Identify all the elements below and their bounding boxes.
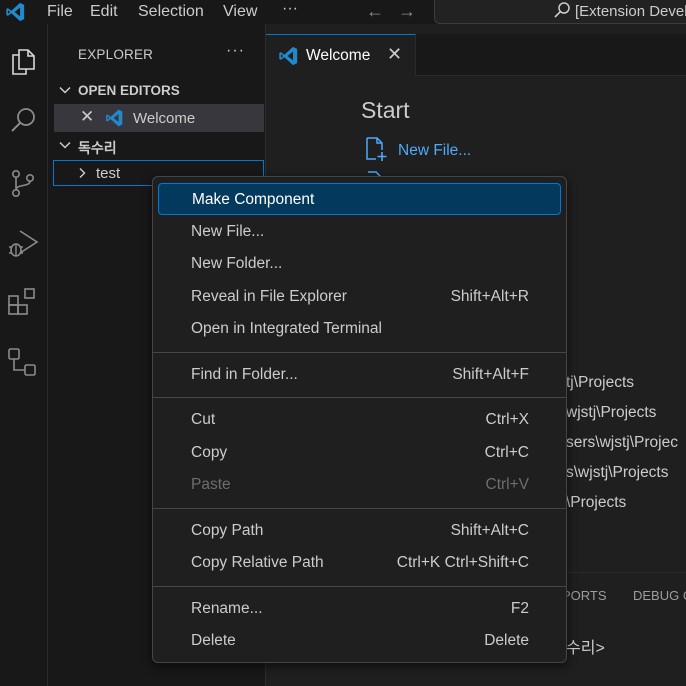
menu-item-shortcut: Shift+Alt+F [452,365,529,383]
menu-view[interactable]: View [223,2,257,22]
menu-item-rename[interactable]: Rename... F2 [158,593,561,625]
menu-item-shortcut: Delete [484,632,529,649]
menu-item-label: Copy Relative Path [191,554,324,571]
close-icon[interactable]: ✕ [80,107,94,127]
menu-item-make-component[interactable]: Make Component [158,183,561,215]
open-editor-welcome[interactable]: ✕ Welcome [54,104,264,132]
menu-item-label: Rename... [191,599,263,617]
recent-path-3[interactable]: sers\wjstj\Projec [566,434,678,452]
remote-explorer-icon[interactable] [6,346,40,380]
workspace-folder-label: 독수리 [78,140,117,156]
menu-item-open-in-integrated-terminal[interactable]: Open in Integrated Terminal [158,313,561,345]
search-icon [554,2,570,18]
recent-path-5[interactable]: \Projects [566,494,626,512]
menu-item-shortcut: Shift+Alt+C [450,521,529,539]
menu-item-copy-relative-path[interactable]: Copy Relative Path Ctrl+K Ctrl+Shift+C [158,547,561,579]
forward-arrow-icon[interactable]: → [398,1,416,21]
menu-item-cut[interactable]: Cut Ctrl+X [158,404,561,436]
menu-selection[interactable]: Selection [138,2,204,22]
menu-more[interactable]: ··· [282,0,298,19]
activity-bar [0,24,48,686]
context-menu: Make Component New File... New Folder... Re… [152,176,567,663]
menu-item-new-folder[interactable]: New Folder... [158,248,561,280]
menu-edit[interactable]: Edit [90,2,118,22]
chevron-right-icon [79,168,86,178]
vscode-logo-icon [106,109,123,127]
menu-item-label: Copy [191,443,228,461]
menu-item-new-file[interactable]: New File... [158,216,561,248]
tab-welcome[interactable]: Welcome ✕ [266,34,416,76]
menu-item-label: Delete [191,632,236,649]
menu-item-paste: Paste Ctrl+V [158,469,561,501]
menu-item-label: Make Component [192,191,315,208]
recent-path-4[interactable]: s\wjstj\Projects [566,464,669,482]
menu-item-delete[interactable]: Delete Delete [158,625,561,657]
editor-tabs: Welcome ✕ [266,34,686,76]
menu-item-label: Copy Path [191,521,264,539]
explorer-icon[interactable] [6,44,40,78]
menu-separator [153,507,566,509]
command-center-search[interactable]: [Extension Develo [434,0,686,24]
menu-item-copy-path[interactable]: Copy Path Shift+Alt+C [158,515,561,547]
workspace-folder-header[interactable]: 독수리 [54,135,266,157]
menu-separator [153,397,566,398]
panel-tab-ports[interactable]: PORTS [562,588,607,603]
vscode-logo-icon [6,2,25,22]
search-icon[interactable] [6,104,40,138]
menu-separator [153,585,566,587]
menu-item-find-in-folder[interactable]: Find in Folder... Shift+Alt+F [158,359,561,391]
menu-item-label: New Folder... [191,255,283,272]
new-file-link[interactable]: New File... [398,142,471,160]
menu-item-shortcut: Shift+Alt+R [450,287,529,305]
menu-item-shortcut: Ctrl+V [485,476,530,493]
chevron-down-icon [59,141,71,149]
menu-item-reveal-in-file-explorer[interactable]: Reveal in File Explorer Shift+Alt+R [158,281,561,313]
command-center-text: [Extension Develo [575,3,686,20]
menu-item-label: Paste [191,476,231,493]
open-editors-header[interactable]: OPEN EDITORS [54,80,266,102]
open-editors-label: OPEN EDITORS [78,83,180,98]
explorer-more-actions[interactable]: ··· [226,42,245,60]
menu-separator [153,351,566,353]
title-bar: File Edit Selection View ··· ← → [Extens… [0,0,686,24]
back-arrow-icon[interactable]: ← [366,1,384,21]
tab-label: Welcome [306,47,371,64]
recent-path-1[interactable]: tj\Projects [566,374,634,392]
start-heading: Start [361,97,410,123]
tree-item-label: test [96,165,121,182]
chevron-down-icon [59,86,71,94]
source-control-icon[interactable] [6,166,40,200]
panel-tab-debug-console[interactable]: DEBUG C [633,588,686,603]
extensions-icon[interactable] [6,286,40,320]
menu-item-label: New File... [191,222,265,240]
close-icon[interactable]: ✕ [387,44,402,65]
recent-path-2[interactable]: wjstj\Projects [566,404,656,422]
menu-item-shortcut: Ctrl+K Ctrl+Shift+C [396,554,529,571]
open-editor-label: Welcome [133,110,196,127]
menu-item-label: Cut [191,411,216,428]
new-file-icon [366,137,387,161]
menu-item-shortcut: Ctrl+C [484,443,529,461]
menu-item-label: Find in Folder... [191,365,298,383]
menu-item-shortcut: Ctrl+X [485,411,530,428]
menu-item-shortcut: F2 [510,599,529,617]
menu-item-label: Open in Integrated Terminal [191,320,382,337]
menu-item-label: Reveal in File Explorer [191,287,347,305]
terminal-prompt: 수리> [566,640,605,657]
run-debug-icon[interactable] [6,226,40,260]
menu-file[interactable]: File [47,2,73,22]
menu-item-copy[interactable]: Copy Ctrl+C [158,437,561,469]
vscode-logo-icon [279,46,298,66]
explorer-title: EXPLORER [78,47,154,62]
